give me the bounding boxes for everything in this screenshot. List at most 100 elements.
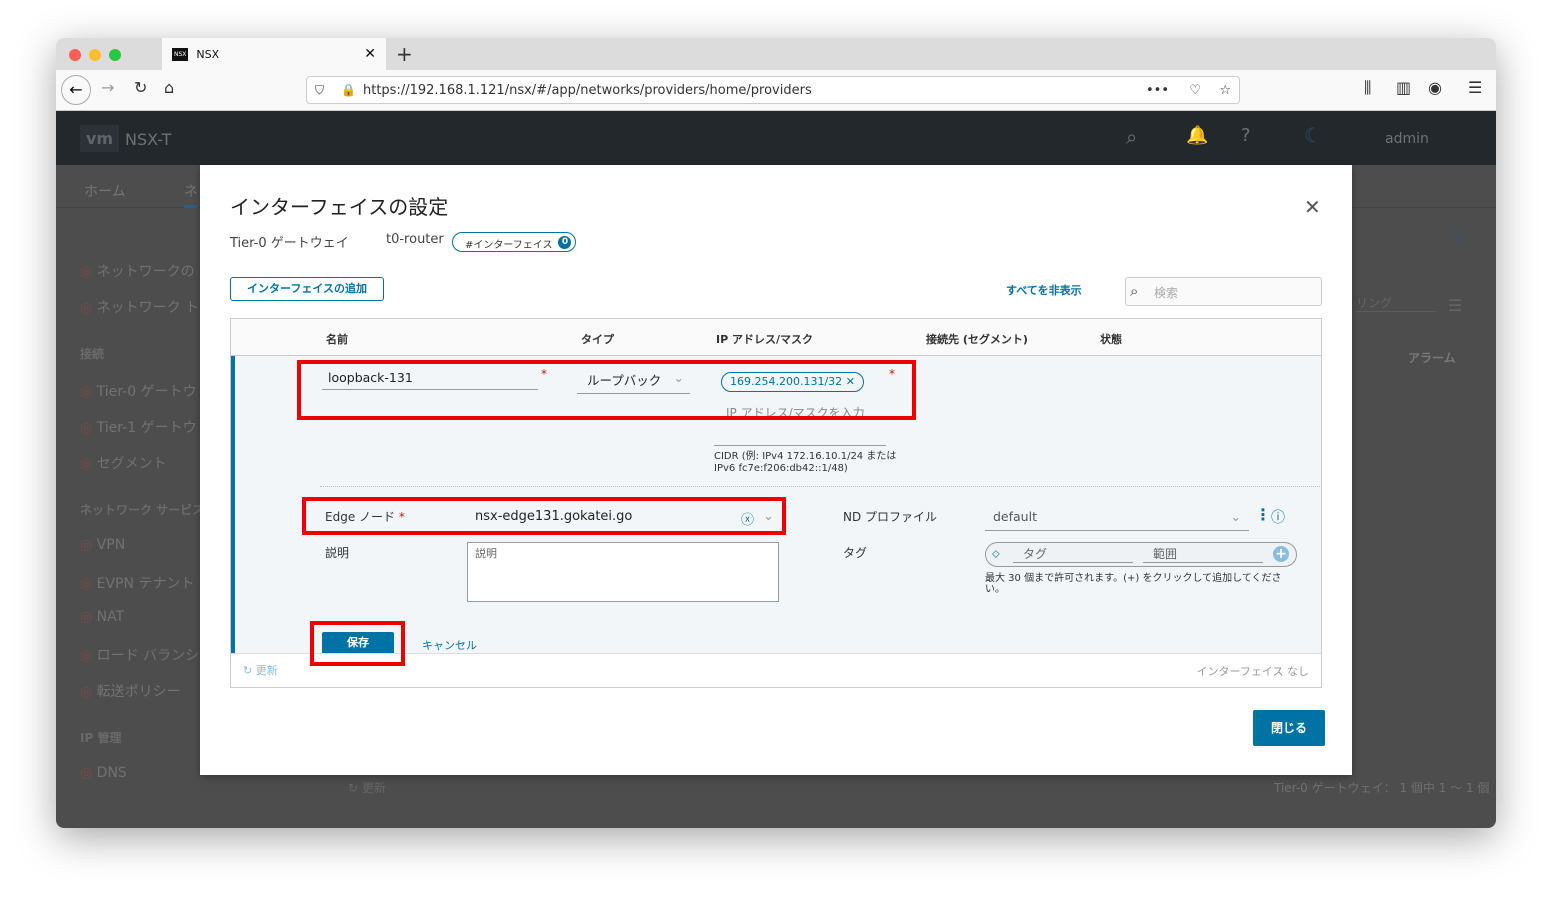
tag-input-group: ⬦ タグ 範囲 + bbox=[985, 542, 1297, 567]
new-tab-button[interactable]: + bbox=[396, 42, 413, 66]
scope-input[interactable]: 範囲 bbox=[1143, 545, 1263, 563]
chevron-down-icon: ⌄ bbox=[1230, 509, 1241, 524]
close-window-button[interactable] bbox=[69, 49, 81, 61]
divider bbox=[320, 486, 1320, 487]
bg-alarm-header: アラーム bbox=[1408, 351, 1456, 365]
sidebar-label: Tier-1 ゲートウ bbox=[96, 420, 197, 436]
description-textarea[interactable]: 説明 bbox=[467, 542, 779, 602]
sidebar-label: DNS bbox=[96, 765, 127, 781]
sidebar-label: Tier-0 ゲートウ bbox=[96, 384, 197, 400]
tag-input[interactable]: タグ bbox=[1013, 545, 1133, 563]
sidebar-item[interactable]: ◎ VPN bbox=[80, 537, 125, 553]
sidebar-item-icon: ◎ bbox=[80, 384, 97, 400]
nd-profile-label: ND プロファイル bbox=[843, 510, 938, 524]
sidebar-item-icon: ◎ bbox=[80, 420, 97, 436]
search-icon[interactable]: ⌕ bbox=[1126, 125, 1137, 149]
close-icon[interactable]: ✕ bbox=[1304, 195, 1321, 219]
bookmark-star-icon[interactable]: ☆ bbox=[1219, 83, 1231, 98]
tag-label: タグ bbox=[843, 546, 868, 560]
sidebar-label: VPN bbox=[96, 537, 126, 553]
more-icon[interactable]: ••• bbox=[1146, 83, 1169, 98]
sidebar-item[interactable]: ◎ Tier-0 ゲートウ bbox=[80, 381, 197, 401]
sidebar-item[interactable]: ◎ ネットワーク ト bbox=[80, 297, 199, 317]
highlight-box bbox=[302, 497, 786, 535]
description-label: 説明 bbox=[325, 546, 350, 560]
sidebar-label: セグメント bbox=[96, 456, 167, 472]
add-tag-icon[interactable]: + bbox=[1273, 546, 1289, 562]
nav-tab-networking[interactable]: ネ bbox=[184, 181, 198, 208]
column-type[interactable]: タイプ bbox=[581, 331, 614, 347]
browser-tab[interactable]: NSX NSX ✕ bbox=[162, 38, 386, 70]
maximize-window-button[interactable] bbox=[109, 49, 121, 61]
nd-profile-value: default bbox=[993, 509, 1037, 524]
hide-all-link[interactable]: すべてを非表示 bbox=[1006, 282, 1082, 298]
more-options-icon[interactable]: ⋮ bbox=[1255, 505, 1271, 524]
user-menu[interactable]: admin bbox=[1385, 131, 1429, 147]
tab-title: NSX bbox=[196, 47, 220, 61]
search-placeholder: 検索 bbox=[1154, 286, 1179, 300]
help-icon[interactable]: ? bbox=[1241, 125, 1251, 146]
home-icon[interactable]: ⌂ bbox=[164, 78, 174, 97]
menu-icon[interactable]: ☰ bbox=[1468, 78, 1482, 97]
sidebar-item[interactable]: ◎ ロード バランシ bbox=[80, 645, 199, 665]
bg-refresh-button[interactable]: ↻ 更新 bbox=[348, 779, 386, 796]
interface-count-badge[interactable]: #インターフェイス 0 bbox=[452, 232, 577, 252]
minimize-window-button[interactable] bbox=[89, 49, 101, 61]
sidebar-label: IP 管理 bbox=[80, 731, 122, 745]
url-bar[interactable]: ⛉ 🔒 https://192.168.1.121/nsx/#/app/netw… bbox=[306, 76, 1240, 104]
nav-tab-home[interactable]: ホーム bbox=[84, 181, 126, 201]
reload-icon[interactable]: ↻ bbox=[134, 78, 147, 97]
sidebar-label: EVPN テナント bbox=[96, 576, 195, 592]
sidebar-item[interactable]: ◎ DNS bbox=[80, 765, 127, 781]
bg-filter-placeholder: リング bbox=[1356, 296, 1393, 310]
search-input[interactable]: ⌕ 検索 bbox=[1125, 277, 1322, 306]
sidebar-label: ネットワーク ト bbox=[96, 300, 200, 316]
shield-icon: ⛉ bbox=[315, 82, 325, 97]
back-icon[interactable]: ← bbox=[61, 75, 91, 105]
dialog-title: インターフェイスの設定 bbox=[230, 195, 449, 219]
sidebar-item[interactable]: ◎ NAT bbox=[80, 609, 124, 625]
product-name: NSX-T bbox=[125, 130, 172, 149]
column-ip[interactable]: IP アドレス/マスク bbox=[716, 331, 813, 347]
browser-toolbar: ← → ↻ ⌂ ⛉ 🔒 https://192.168.1.121/nsx/#/… bbox=[56, 70, 1496, 111]
tag-help-text: 最大 30 個まで許可されます。(+) をクリックして追加してください。 bbox=[985, 573, 1282, 595]
filter-icon[interactable]: ☰ bbox=[1448, 296, 1462, 315]
close-button[interactable]: 閉じる bbox=[1253, 710, 1325, 746]
sidebar-label: ネットワークの bbox=[96, 264, 195, 280]
bell-icon[interactable]: 🔔 bbox=[1186, 125, 1208, 146]
sidebar-item[interactable]: ◎ EVPN テナント bbox=[80, 573, 194, 593]
bg-filter-input[interactable]: リング bbox=[1356, 294, 1436, 312]
library-icon[interactable]: ⫼ bbox=[1364, 78, 1371, 98]
bg-footer: Tier-0 ゲートウェイ： 1 個中 1 ～ 1 個 bbox=[1274, 781, 1490, 795]
page-help-icon[interactable]: ⓘ bbox=[1448, 223, 1468, 252]
sidebar-label: NAT bbox=[96, 609, 125, 625]
refresh-button[interactable]: ↻ 更新 bbox=[243, 662, 278, 678]
cancel-button[interactable]: キャンセル bbox=[422, 637, 477, 653]
sidebar-section: ネットワーク サービス bbox=[80, 501, 204, 518]
sidebar-item[interactable]: ◎ Tier-1 ゲートウ bbox=[80, 417, 197, 437]
grid-header: 名前 タイプ IP アドレス/マスク 接続先 (セグメント) 状態 bbox=[231, 319, 1321, 356]
bg-refresh-label: 更新 bbox=[361, 781, 386, 795]
sidebar-item[interactable]: ◎ セグメント bbox=[80, 453, 167, 473]
moon-icon[interactable]: ☾ bbox=[1304, 123, 1322, 147]
row-expanded-indicator bbox=[231, 356, 235, 653]
ip-help-text: CIDR (例: IPv4 172.16.10.1/24 または IPv6 fc… bbox=[714, 451, 897, 474]
sidebar-item-icon: ◎ bbox=[80, 456, 97, 472]
close-tab-icon[interactable]: ✕ bbox=[364, 46, 376, 62]
sidebar-section: IP 管理 bbox=[80, 729, 121, 746]
sidebar-item-icon: ◎ bbox=[80, 300, 97, 316]
info-icon[interactable]: ⓘ bbox=[1271, 507, 1285, 527]
pocket-icon[interactable]: ♡ bbox=[1189, 83, 1201, 98]
favicon-icon: NSX bbox=[172, 47, 189, 61]
sidebar-icon[interactable]: ▥ bbox=[1396, 78, 1411, 97]
column-status[interactable]: 状態 bbox=[1100, 331, 1122, 347]
sidebar-item-icon: ◎ bbox=[80, 648, 97, 664]
column-segment[interactable]: 接続先 (セグメント) bbox=[926, 331, 1028, 347]
sidebar-item[interactable]: ◎ 転送ポリシー bbox=[80, 681, 181, 701]
add-interface-button[interactable]: インターフェイスの追加 bbox=[230, 277, 384, 301]
forward-icon[interactable]: → bbox=[101, 78, 114, 97]
nd-profile-select[interactable]: default ⌄ bbox=[985, 509, 1249, 531]
sidebar-item[interactable]: ◎ ネットワークの bbox=[80, 261, 195, 281]
account-icon[interactable]: ◉ bbox=[1428, 78, 1442, 97]
column-name[interactable]: 名前 bbox=[326, 331, 348, 347]
